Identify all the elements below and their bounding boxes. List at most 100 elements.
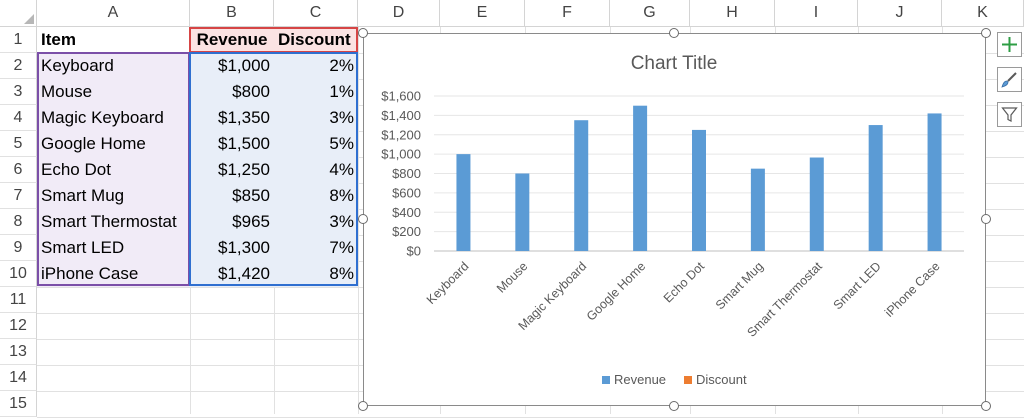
row-header-7[interactable]: 7: [0, 183, 37, 209]
legend-marker-discount: [684, 376, 692, 384]
resize-handle-left[interactable]: [358, 214, 368, 224]
resize-handle-top-right[interactable]: [981, 28, 991, 38]
column-header-k[interactable]: K: [942, 0, 1024, 27]
legend-label-revenue: Revenue: [614, 372, 666, 387]
bar-revenue: [692, 129, 706, 251]
bar-revenue: [456, 154, 471, 251]
y-tick-label: $1,600: [381, 89, 421, 104]
filter-icon: [1001, 107, 1018, 122]
plus-icon: [1002, 37, 1017, 52]
y-tick-label: $200: [392, 224, 421, 239]
table-cell[interactable]: 1%: [274, 79, 358, 105]
column-header-a[interactable]: A: [37, 0, 190, 27]
table-cell[interactable]: Smart Mug: [37, 183, 190, 209]
chart-svg: Chart Title $0 $200 $400 $600 $800 $1,000 $1,20…: [381, 53, 964, 387]
legend-label-discount: Discount: [696, 372, 747, 387]
column-header-i[interactable]: I: [775, 0, 858, 27]
chart-styles-button[interactable]: [997, 67, 1022, 92]
resize-handle-bottom-left[interactable]: [358, 401, 368, 411]
y-tick-label: $1,400: [381, 108, 421, 123]
bar-revenue: [633, 105, 648, 251]
table-cell[interactable]: 3%: [274, 105, 358, 131]
bar-revenue: [750, 168, 765, 251]
chart-filters-button[interactable]: [997, 102, 1022, 127]
column-header-h[interactable]: H: [690, 0, 775, 27]
y-tick-label: $1,000: [381, 147, 421, 162]
table-cell[interactable]: Magic Keyboard: [37, 105, 190, 131]
resize-handle-bottom[interactable]: [669, 401, 679, 411]
row-header-2[interactable]: 2: [0, 53, 37, 79]
table-cell[interactable]: $1,500: [190, 131, 274, 157]
chart-title: Chart Title: [631, 53, 718, 74]
row-header-15[interactable]: 15: [0, 391, 37, 417]
table-cell[interactable]: 8%: [274, 261, 358, 287]
header-cell[interactable]: Item: [37, 27, 190, 53]
x-tick-label: Mouse: [494, 259, 530, 295]
resize-handle-top-left[interactable]: [358, 28, 368, 38]
column-header-b[interactable]: B: [190, 0, 274, 27]
header-cell[interactable]: Revenue: [190, 27, 274, 53]
row-header-1[interactable]: 1: [0, 27, 37, 53]
column-header-f[interactable]: F: [525, 0, 610, 27]
table-cell[interactable]: Smart LED: [37, 235, 190, 261]
row-header-13[interactable]: 13: [0, 339, 37, 365]
row-header-8[interactable]: 8: [0, 209, 37, 235]
row-header-4[interactable]: 4: [0, 105, 37, 131]
x-tick-label: Keyboard: [424, 259, 472, 307]
row-header-6[interactable]: 6: [0, 157, 37, 183]
y-tick-label: $1,200: [381, 127, 421, 142]
column-header-d[interactable]: D: [358, 0, 440, 27]
select-all-corner[interactable]: [0, 0, 37, 27]
table-cell[interactable]: 8%: [274, 183, 358, 209]
bar-revenue: [574, 120, 589, 251]
table-cell[interactable]: $1,000: [190, 53, 274, 79]
x-tick-label: Google Home: [584, 259, 648, 323]
x-tick-label: Smart Mug: [713, 259, 766, 312]
y-tick-label: $600: [392, 185, 421, 200]
table-cell[interactable]: 7%: [274, 235, 358, 261]
resize-handle-top[interactable]: [669, 28, 679, 38]
bar-revenue: [809, 157, 824, 251]
table-cell[interactable]: $965: [190, 209, 274, 235]
column-header-g[interactable]: G: [610, 0, 690, 27]
table-cell[interactable]: $1,250: [190, 157, 274, 183]
chart-area[interactable]: Chart Title $0 $200 $400 $600 $800 $1,000 $1,20…: [363, 33, 986, 406]
resize-handle-bottom-right[interactable]: [981, 401, 991, 411]
table-cell[interactable]: 5%: [274, 131, 358, 157]
table-cell[interactable]: 4%: [274, 157, 358, 183]
chart-elements-button[interactable]: [997, 32, 1022, 57]
x-tick-label: iPhone Case: [882, 259, 943, 320]
table-cell[interactable]: $1,300: [190, 235, 274, 261]
bar-revenue: [515, 173, 530, 251]
table-cell[interactable]: 3%: [274, 209, 358, 235]
table-cell[interactable]: Echo Dot: [37, 157, 190, 183]
row-header-5[interactable]: 5: [0, 131, 37, 157]
row-header-9[interactable]: 9: [0, 235, 37, 261]
table-cell[interactable]: iPhone Case: [37, 261, 190, 287]
y-tick-label: $800: [392, 166, 421, 181]
table-cell[interactable]: $1,350: [190, 105, 274, 131]
header-cell[interactable]: Discount: [274, 27, 358, 53]
column-header-e[interactable]: E: [440, 0, 525, 27]
table-cell[interactable]: Smart Thermostat: [37, 209, 190, 235]
row-header-10[interactable]: 10: [0, 261, 37, 287]
table-cell[interactable]: $1,420: [190, 261, 274, 287]
column-header-j[interactable]: J: [858, 0, 942, 27]
x-tick-label: Echo Dot: [661, 259, 708, 306]
table-cell[interactable]: $800: [190, 79, 274, 105]
row-header-12[interactable]: 12: [0, 313, 37, 339]
bar-revenue: [868, 125, 883, 251]
row-header-14[interactable]: 14: [0, 365, 37, 391]
table-cell[interactable]: 2%: [274, 53, 358, 79]
y-tick-label: $0: [407, 244, 421, 259]
table-cell[interactable]: Keyboard: [37, 53, 190, 79]
column-header-c[interactable]: C: [274, 0, 358, 27]
table-cell[interactable]: $850: [190, 183, 274, 209]
y-tick-label: $400: [392, 205, 421, 220]
table-cell[interactable]: Google Home: [37, 131, 190, 157]
row-header-3[interactable]: 3: [0, 79, 37, 105]
table-cell[interactable]: Mouse: [37, 79, 190, 105]
resize-handle-right[interactable]: [981, 214, 991, 224]
row-header-11[interactable]: 11: [0, 287, 37, 313]
x-tick-label: Smart LED: [831, 259, 884, 312]
